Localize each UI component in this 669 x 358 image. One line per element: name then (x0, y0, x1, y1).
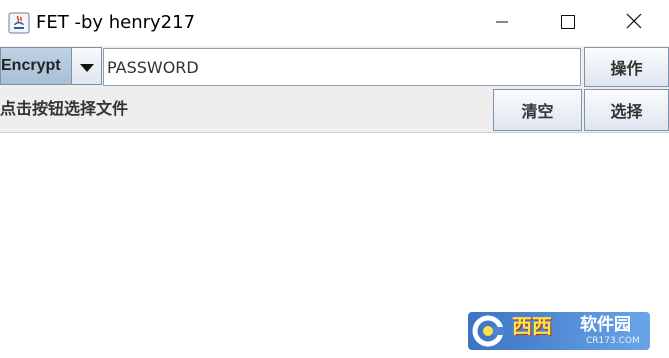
minimize-icon (495, 14, 509, 33)
file-hint-label: 点击按钮选择文件 (0, 99, 129, 118)
operation-bar: Encrypt 操作 (0, 46, 669, 88)
app-window: FET -by henry217 Encrypt PASSWORD 操作 点击按… (0, 0, 669, 358)
close-button[interactable] (601, 0, 667, 46)
minimize-button[interactable] (469, 0, 535, 46)
dropdown-arrow-button[interactable] (72, 47, 102, 85)
caret-down-icon (79, 57, 94, 76)
mode-dropdown-value[interactable]: Encrypt (0, 47, 72, 85)
maximize-icon (561, 14, 575, 33)
operate-button[interactable]: 操作 (584, 47, 669, 87)
java-app-icon (8, 12, 30, 34)
watermark-site: CR173.COM (586, 336, 640, 346)
watermark-brand-suffix: 软件园 (580, 315, 631, 335)
file-bar: 点击按钮选择文件 清空 选择 (0, 88, 669, 133)
mode-dropdown[interactable]: Encrypt (0, 47, 102, 87)
choose-file-button[interactable]: 选择 (584, 89, 669, 131)
clear-button[interactable]: 清空 (493, 89, 582, 131)
close-icon (626, 13, 642, 33)
watermark-c-icon (472, 315, 504, 347)
password-field[interactable] (103, 48, 581, 86)
watermark-brand: 西西 (512, 314, 552, 338)
maximize-button[interactable] (535, 0, 601, 46)
title-bar[interactable]: FET -by henry217 (0, 0, 669, 46)
window-title: FET -by henry217 (36, 12, 196, 33)
watermark-logo: 西西 软件园 CR173.COM (468, 312, 650, 350)
